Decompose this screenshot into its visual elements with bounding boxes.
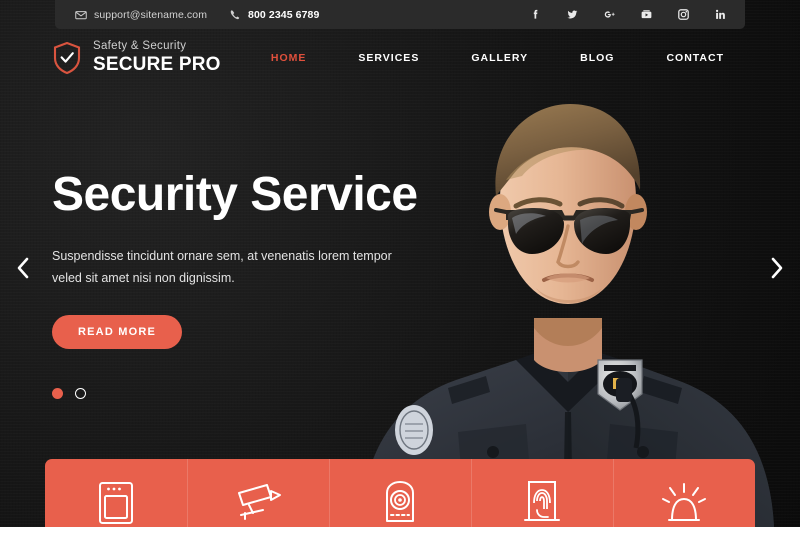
services-bar: [45, 459, 755, 527]
hero-slide-content: Security Service Suspendisse tincidunt o…: [52, 168, 452, 400]
service-item-safe[interactable]: [45, 459, 187, 527]
slider-dot-2[interactable]: [75, 388, 86, 400]
nav-item-home[interactable]: HOME: [245, 52, 333, 64]
envelope-icon: [75, 9, 87, 21]
brand-text: Safety & Security SECURE PRO: [93, 39, 221, 76]
main-navigation: HOME SERVICES GALLERY BLOG CONTACT: [245, 52, 750, 64]
service-item-alarm-panel[interactable]: [329, 459, 471, 527]
page-root: support@sitename.com 800 2345 6789 Safet…: [0, 0, 800, 535]
cctv-camera-icon: [233, 479, 283, 525]
slider-pagination: [52, 388, 452, 400]
google-plus-icon[interactable]: [603, 8, 616, 21]
door-access-fingerprint-icon: [520, 479, 564, 525]
read-more-button[interactable]: READ MORE: [52, 315, 183, 350]
youtube-icon[interactable]: [640, 8, 653, 21]
site-header: Safety & Security SECURE PRO HOME SERVIC…: [0, 29, 800, 86]
brand-logo[interactable]: Safety & Security SECURE PRO: [52, 39, 221, 76]
shield-check-icon: [52, 41, 82, 75]
service-item-cctv[interactable]: [187, 459, 329, 527]
nav-item-gallery[interactable]: GALLERY: [445, 52, 554, 64]
instagram-icon[interactable]: [677, 8, 690, 21]
hero-heading: Security Service: [52, 168, 418, 221]
siren-light-icon: [661, 479, 707, 525]
social-links: [529, 8, 727, 21]
topbar-contact-group: support@sitename.com 800 2345 6789: [75, 9, 319, 21]
brand-name: SECURE PRO: [93, 54, 221, 76]
alarm-panel-icon: [379, 479, 421, 525]
nav-item-services[interactable]: SERVICES: [332, 52, 445, 64]
service-item-door-access[interactable]: [471, 459, 613, 527]
topbar-email[interactable]: support@sitename.com: [75, 9, 207, 21]
facebook-icon[interactable]: [529, 8, 542, 21]
safe-vault-icon: [94, 479, 138, 525]
chevron-left-icon: [15, 257, 31, 279]
hero-description: Suspendisse tincidunt ornare sem, at ven…: [52, 249, 392, 285]
top-contact-bar: support@sitename.com 800 2345 6789: [55, 0, 745, 29]
chevron-right-icon: [769, 257, 785, 279]
nav-item-blog[interactable]: BLOG: [554, 52, 640, 64]
service-item-siren[interactable]: [613, 459, 755, 527]
slider-dot-1[interactable]: [52, 388, 63, 400]
slider-next-button[interactable]: [762, 253, 792, 283]
hero-slider: support@sitename.com 800 2345 6789 Safet…: [0, 0, 800, 527]
nav-item-contact[interactable]: CONTACT: [640, 52, 750, 64]
slider-prev-button[interactable]: [8, 253, 38, 283]
brand-tagline: Safety & Security: [93, 39, 187, 52]
twitter-icon[interactable]: [566, 8, 579, 21]
topbar-phone[interactable]: 800 2345 6789: [229, 9, 319, 21]
linkedin-icon[interactable]: [714, 8, 727, 21]
phone-icon: [229, 9, 241, 21]
topbar-email-text: support@sitename.com: [94, 8, 208, 21]
topbar-phone-text: 800 2345 6789: [248, 8, 320, 21]
